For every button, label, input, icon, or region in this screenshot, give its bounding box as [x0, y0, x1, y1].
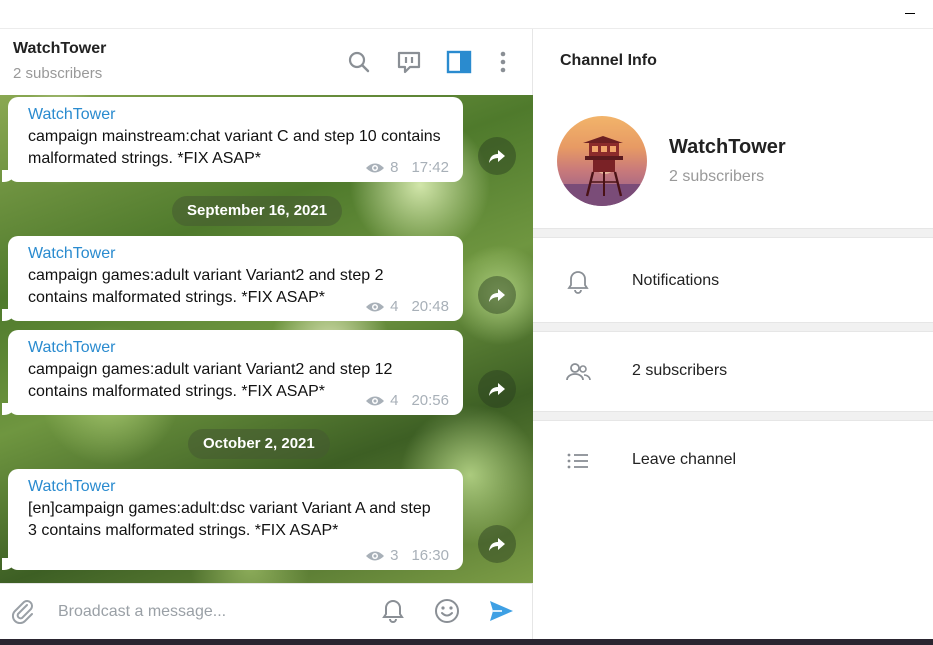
date-separator: October 2, 2021 [188, 429, 330, 459]
message-meta: 4 20:56 [365, 392, 449, 409]
message-bubble[interactable]: WatchTower [en]campaign games:adult:dsc … [2, 469, 463, 570]
forward-button[interactable] [478, 276, 516, 314]
notifications-label: Notifications [632, 272, 720, 289]
eye-icon [366, 302, 385, 311]
message-input[interactable] [50, 596, 360, 628]
view-count: 3 [390, 547, 399, 564]
message-meta: 3 16:30 [365, 547, 449, 564]
share-arrow-icon [489, 150, 505, 163]
forward-button[interactable] [478, 525, 516, 563]
date-separator: September 16, 2021 [172, 196, 343, 226]
eye-icon [366, 551, 385, 560]
message-author[interactable]: WatchTower [28, 338, 443, 357]
bell-icon[interactable] [379, 597, 407, 625]
sidebar-toggle-icon[interactable] [446, 49, 472, 75]
message-author[interactable]: WatchTower [28, 105, 443, 124]
more-vertical-icon[interactable] [490, 49, 516, 75]
message-author[interactable]: WatchTower [28, 244, 443, 263]
view-count: 4 [390, 392, 399, 409]
view-count: 8 [390, 159, 399, 176]
subscribers-label: 2 subscribers [632, 362, 728, 379]
view-count: 4 [390, 298, 399, 315]
message-time: 16:30 [411, 547, 449, 564]
subscribers-row[interactable]: 2 subscribers [533, 342, 933, 402]
message-author[interactable]: WatchTower [28, 477, 443, 496]
message-time: 20:56 [411, 392, 449, 409]
message-meta: 4 20:48 [365, 298, 449, 315]
forward-button[interactable] [478, 370, 516, 408]
panel-title: Channel Info [560, 52, 657, 69]
forward-button[interactable] [478, 137, 516, 175]
notifications-row[interactable]: Notifications [533, 252, 933, 312]
message-list[interactable]: WatchTower campaign mainstream:chat vari… [0, 95, 533, 583]
leave-channel-label: Leave channel [632, 451, 737, 468]
channel-info-panel: Channel Info WatchTower 2 subscribers No… [533, 29, 933, 639]
window-titlebar [0, 0, 933, 29]
avatar[interactable] [557, 116, 647, 206]
paperclip-icon[interactable] [10, 598, 36, 624]
message-bubble[interactable]: WatchTower campaign games:adult variant … [2, 330, 463, 415]
message-time: 17:42 [411, 159, 449, 176]
message-time: 20:48 [411, 298, 449, 315]
share-arrow-icon [489, 289, 505, 302]
section-divider [533, 228, 933, 238]
bottom-edge [0, 639, 933, 645]
emoji-icon[interactable] [433, 597, 461, 625]
section-divider [533, 322, 933, 332]
share-arrow-icon [489, 538, 505, 551]
message-bubble[interactable]: WatchTower campaign games:adult variant … [2, 236, 463, 321]
eye-icon [366, 396, 385, 405]
message-composer [0, 583, 533, 639]
users-icon [564, 358, 592, 386]
bell-icon [564, 268, 592, 296]
minimize-button[interactable] [898, 6, 922, 24]
search-icon[interactable] [346, 49, 372, 75]
chat-subscriber-count: 2 subscribers [13, 65, 103, 82]
message-bubble[interactable]: WatchTower campaign mainstream:chat vari… [2, 97, 463, 182]
eye-icon [366, 163, 385, 172]
send-icon[interactable] [487, 597, 515, 625]
message-text: [en]campaign games:adult:dsc variant Var… [28, 500, 431, 539]
list-icon [564, 447, 592, 475]
share-arrow-icon [489, 383, 505, 396]
channel-name: WatchTower [669, 136, 786, 158]
message-meta: 8 17:42 [365, 159, 449, 176]
chat-title[interactable]: WatchTower [13, 40, 106, 58]
leave-channel-row[interactable]: Leave channel [533, 431, 933, 491]
discussion-icon[interactable] [396, 49, 422, 75]
chat-header: WatchTower 2 subscribers [0, 29, 533, 95]
channel-subscriber-count: 2 subscribers [669, 168, 765, 185]
section-divider [533, 411, 933, 421]
